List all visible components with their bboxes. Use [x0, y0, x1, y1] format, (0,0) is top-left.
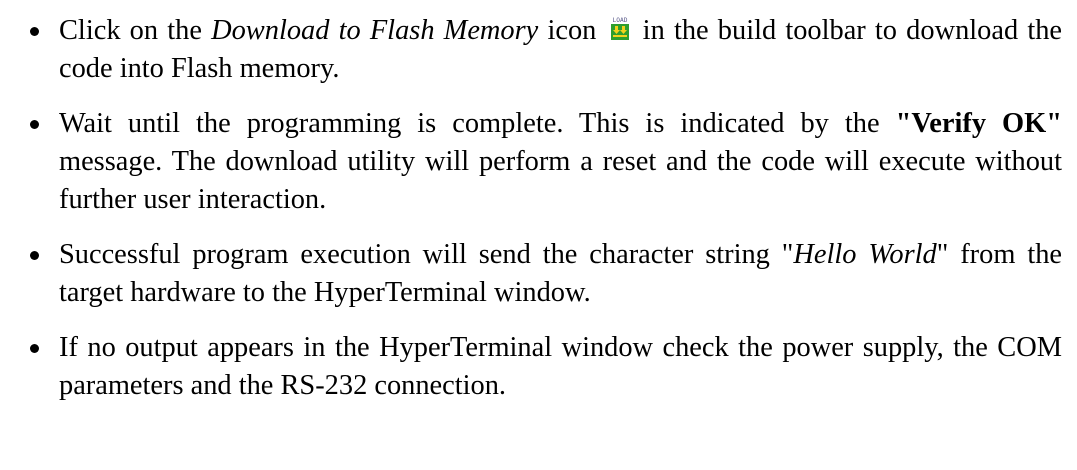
list-item: Click on the Download to Flash Memory ic… [30, 12, 1062, 88]
bullet-icon [30, 27, 39, 36]
instruction-list: Click on the Download to Flash Memory ic… [30, 12, 1062, 405]
svg-text:LOAD: LOAD [612, 17, 627, 24]
list-item: Successful program execution will send t… [30, 236, 1062, 312]
item-text: icon [538, 15, 606, 46]
item-text: If no output appears in the HyperTermina… [59, 332, 1062, 401]
bullet-icon [30, 251, 39, 260]
list-item: Wait until the programming is complete. … [30, 105, 1062, 219]
list-item: If no output appears in the HyperTermina… [30, 329, 1062, 405]
item-text: Click on the [59, 15, 212, 46]
verify-ok-message: "Verify OK" [895, 108, 1062, 139]
load-flash-icon: LOAD [608, 16, 632, 41]
item-text: message. The download utility will perfo… [59, 146, 1062, 215]
item-text: Successful program execution will send t… [59, 239, 794, 270]
item-emphasis: Download to Flash Memory [211, 15, 539, 46]
hello-world-string: Hello World [793, 239, 937, 270]
bullet-icon [30, 344, 39, 353]
bullet-icon [30, 120, 39, 129]
item-text: Wait until the programming is complete. … [59, 108, 896, 139]
